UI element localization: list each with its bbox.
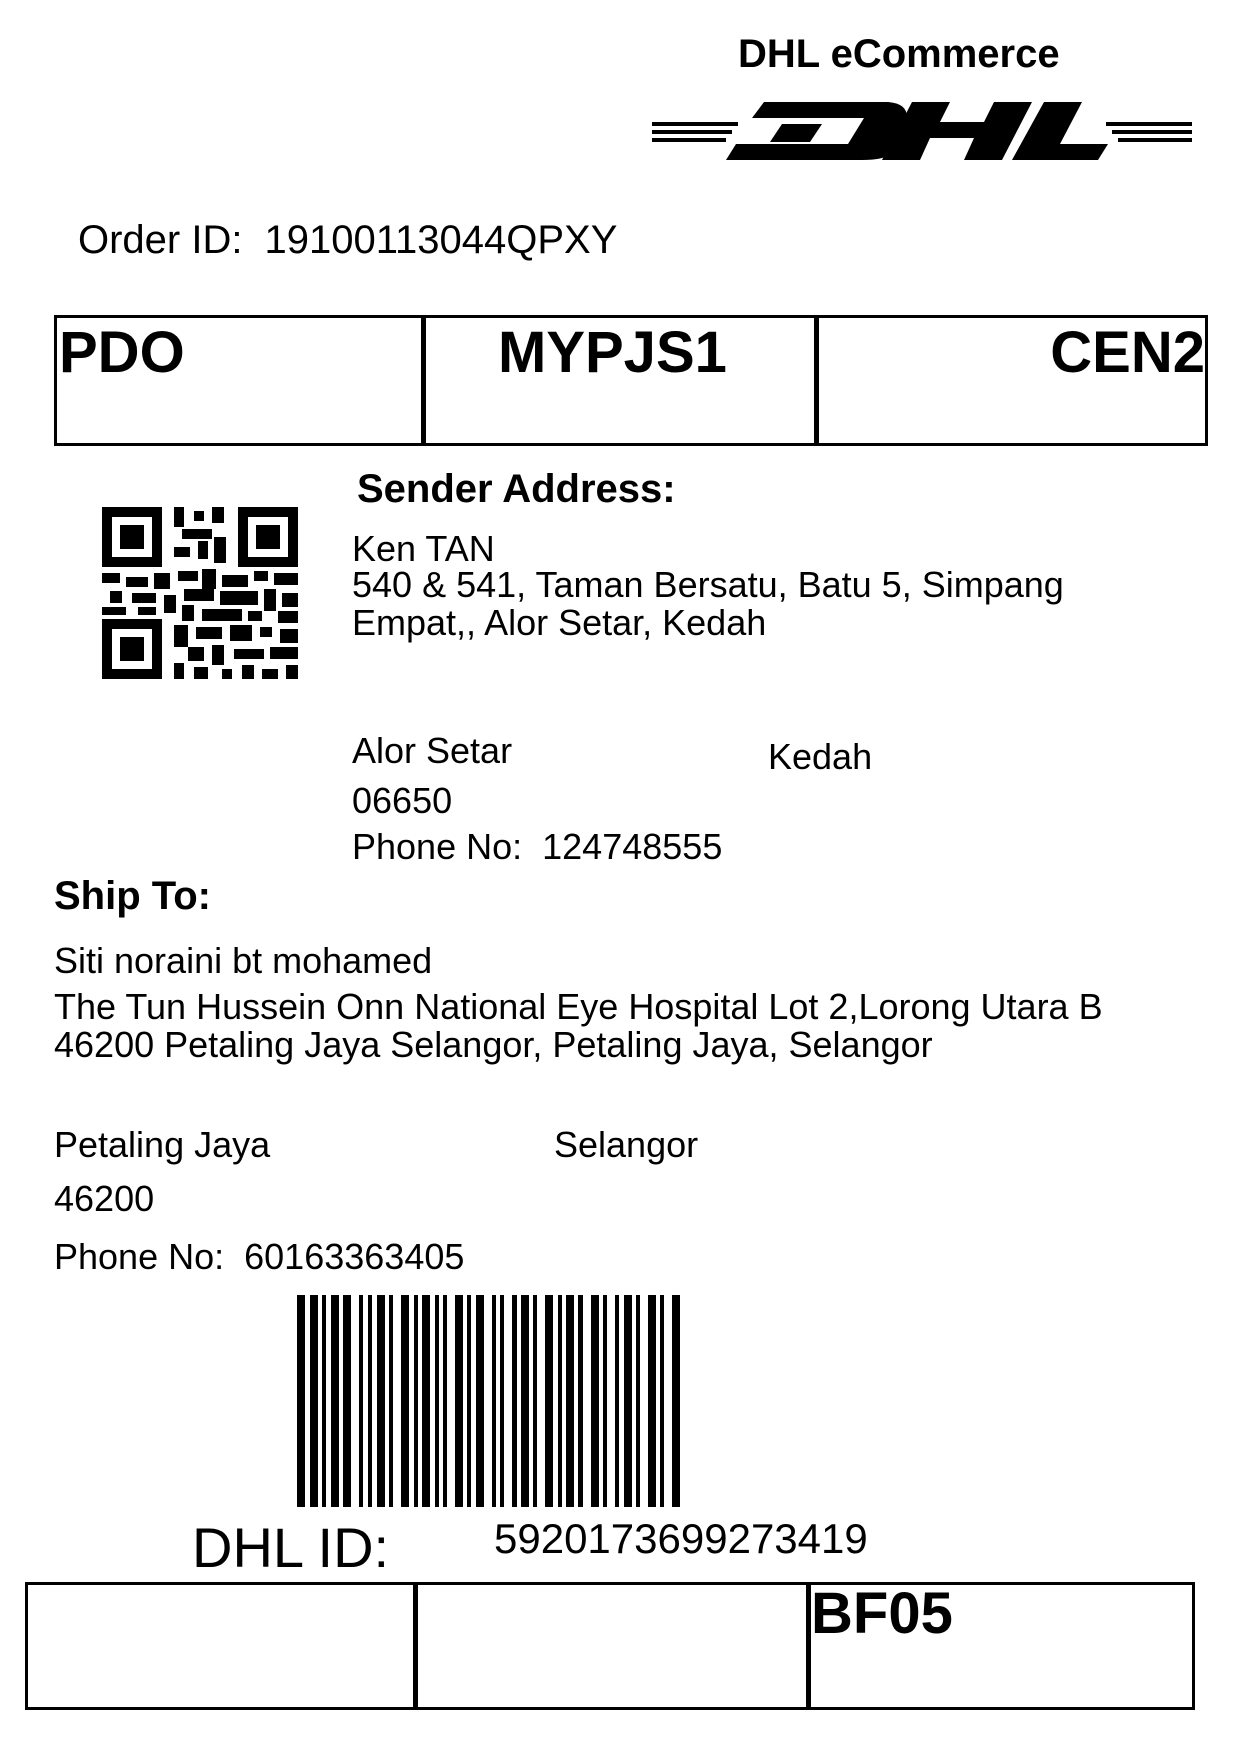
footer-cell-1	[25, 1582, 416, 1710]
routing-code-3: CEN2	[1050, 320, 1205, 385]
sender-phone-label: Phone No:	[352, 826, 523, 867]
recipient-postcode: 46200	[54, 1178, 155, 1219]
recipient-phone-label: Phone No:	[54, 1236, 225, 1277]
dhl-logo-icon	[652, 98, 1192, 165]
footer-box-row: BF05	[25, 1582, 1195, 1710]
order-id-value: 19100113044QPXY	[264, 218, 618, 262]
footer-cell-3: BF05	[808, 1582, 1195, 1710]
order-id-label: Order ID:	[78, 218, 243, 262]
routing-box-row: PDO MYPJS1 CEN2	[54, 315, 1208, 446]
sender-city: Alor Setar	[352, 730, 513, 771]
footer-code-3: BF05	[811, 1581, 953, 1646]
ship-to-heading: Ship To:	[54, 874, 211, 918]
recipient-phone-value: 60163363405	[244, 1236, 465, 1277]
order-id: Order ID: 19100113044QPXY	[78, 218, 617, 263]
sender-phone-value: 124748555	[542, 826, 723, 867]
dhl-id-value: 5920173699273419	[494, 1515, 868, 1562]
footer-cell-2	[415, 1582, 809, 1710]
barcode-icon	[297, 1295, 911, 1512]
sender-postcode: 06650	[352, 780, 453, 821]
routing-cell-1: PDO	[54, 315, 424, 446]
recipient-state: Selangor	[554, 1124, 699, 1165]
dhl-id-label: DHL ID:	[192, 1516, 390, 1579]
brand-title: DHL eCommerce	[738, 32, 1060, 76]
recipient-phone: Phone No: 60163363405	[54, 1236, 464, 1278]
routing-code-2: MYPJS1	[498, 320, 727, 385]
sender-heading: Sender Address:	[357, 467, 676, 511]
recipient-city: Petaling Jaya	[54, 1124, 271, 1165]
recipient-name: Siti noraini bt mohamed	[54, 940, 433, 981]
routing-code-1: PDO	[59, 320, 185, 385]
sender-address: 540 & 541, Taman Bersatu, Batu 5, Simpan…	[352, 564, 1064, 643]
recipient-address: The Tun Hussein Onn National Eye Hospita…	[54, 986, 1103, 1065]
routing-cell-2: MYPJS1	[423, 315, 817, 446]
sender-state: Kedah	[768, 736, 873, 777]
qr-code-icon	[102, 507, 298, 684]
sender-phone: Phone No: 124748555	[352, 826, 722, 868]
routing-cell-3: CEN2	[816, 315, 1208, 446]
